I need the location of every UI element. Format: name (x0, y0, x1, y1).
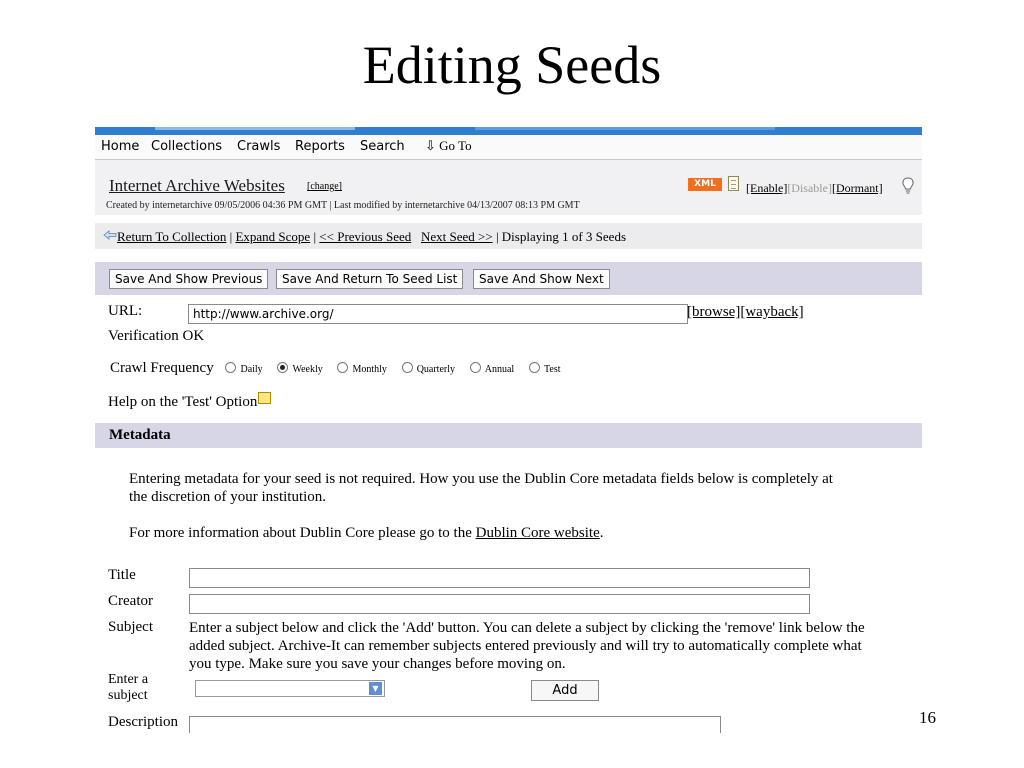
intro-line: the discretion of your institution. (129, 489, 327, 505)
subject-help-line: Enter a subject below and click the 'Add… (189, 620, 865, 636)
url-field[interactable]: http://www.archive.org/ (188, 304, 688, 324)
xml-icon[interactable]: XML (688, 178, 722, 191)
creator-label: Creator (108, 593, 153, 609)
return-to-collection-link[interactable]: Return To Collection (117, 229, 226, 244)
radio-test[interactable] (528, 362, 540, 373)
metadata-intro: Entering metadata for your seed is not r… (129, 470, 833, 506)
expand-scope-link[interactable]: Expand Scope (235, 229, 310, 244)
collection-header: Internet Archive Websites [change] Creat… (95, 160, 922, 215)
subject-help: Enter a subject below and click the 'Add… (189, 619, 920, 673)
down-arrow-icon: ⇩ (425, 138, 436, 153)
nav-collections[interactable]: Collections (151, 139, 222, 154)
status-links: [Enable][Disable][Dormant] (746, 181, 883, 196)
verification-status: Verification OK (108, 328, 205, 344)
crawl-frequency-label: Crawl Frequency (110, 360, 214, 376)
nav-goto[interactable]: ⇩ Go To (425, 138, 472, 154)
enter-subject-line: subject (108, 688, 148, 703)
dublin-core-info: For more information about Dublin Core p… (129, 524, 604, 542)
nav-crawls[interactable]: Crawls (237, 139, 280, 154)
subject-label: Subject (108, 619, 153, 635)
subject-select[interactable]: ▼ (195, 680, 385, 697)
slide-number: 16 (919, 708, 936, 727)
description-field[interactable] (189, 716, 721, 733)
description-label: Description (108, 714, 178, 730)
option-label: Annual (484, 364, 515, 375)
save-and-show-previous-button[interactable]: Save And Show Previous (109, 269, 269, 289)
document-icon[interactable] (728, 176, 739, 191)
dublin-core-website-link[interactable]: Dublin Core website (476, 525, 600, 541)
seed-count-status: | Displaying 1 of 3 Seeds (492, 229, 627, 244)
metadata-heading: Metadata (109, 427, 171, 443)
previous-seed-link[interactable]: << Previous Seed (319, 229, 411, 244)
save-button-bar: Save And Show Previous Save And Return T… (95, 262, 922, 295)
radio-quarterly[interactable] (401, 362, 413, 373)
url-tool-links: [browse][wayback] (687, 304, 804, 321)
return-arrow-icon (103, 230, 117, 240)
top-color-stripe (95, 127, 922, 135)
add-subject-button[interactable]: Add (531, 680, 599, 701)
nav-search[interactable]: Search (360, 139, 405, 154)
save-and-show-next-button[interactable]: Save And Show Next (473, 269, 610, 289)
chevron-down-icon[interactable]: ▼ (369, 682, 382, 695)
slide-title: Editing Seeds (362, 35, 662, 95)
main-nav: Home Collections Crawls Reports Search ⇩… (95, 135, 922, 160)
crawl-frequency-group: Crawl Frequency Daily Weekly Monthly Qua… (110, 360, 564, 377)
enable-link[interactable]: [Enable] (746, 181, 787, 195)
collection-meta: Created by internetarchive 09/05/2006 04… (106, 200, 580, 211)
subject-help-line: added subject. Archive-It can remember s… (189, 638, 862, 654)
title-field[interactable] (189, 568, 810, 588)
radio-daily[interactable] (225, 362, 237, 373)
radio-annual[interactable] (469, 362, 481, 373)
subject-help-line: you type. Make sure you save your change… (189, 656, 566, 672)
option-label: Test (543, 364, 561, 375)
nav-reports[interactable]: Reports (295, 139, 345, 154)
archive-it-screenshot: Home Collections Crawls Reports Search ⇩… (95, 127, 922, 733)
info-text: For more information about Dublin Core p… (129, 525, 476, 541)
radio-monthly[interactable] (337, 362, 349, 373)
metadata-section-header: Metadata (95, 423, 922, 448)
dormant-link[interactable]: [Dormant] (832, 181, 883, 195)
enter-subject-line: Enter a (108, 672, 149, 687)
lightbulb-icon[interactable] (901, 177, 915, 195)
enter-subject-label: Enter a subject (108, 672, 148, 704)
collection-name-link[interactable]: Internet Archive Websites (109, 176, 285, 196)
browse-link[interactable]: [browse] (687, 304, 740, 320)
next-seed-link[interactable]: Next Seed >> (421, 229, 493, 244)
nav-home[interactable]: Home (101, 139, 139, 154)
option-label: Monthly (352, 364, 387, 375)
save-and-return-button[interactable]: Save And Return To Seed List (276, 269, 464, 289)
seed-navigation: Return To Collection | Expand Scope | <<… (95, 223, 922, 249)
stripe-highlight (475, 127, 775, 130)
creator-field[interactable] (189, 594, 810, 614)
intro-line: Entering metadata for your seed is not r… (129, 471, 833, 487)
help-test-option[interactable]: Help on the 'Test' Option (108, 392, 272, 411)
help-test-label: Help on the 'Test' Option (108, 394, 258, 410)
disable-link: [Disable] (787, 181, 832, 195)
title-label: Title (108, 567, 136, 583)
url-label: URL: (108, 303, 143, 319)
option-label: Weekly (292, 364, 323, 375)
radio-weekly[interactable] (277, 362, 289, 373)
separator: | (310, 229, 320, 244)
change-link[interactable]: [change] (307, 181, 342, 192)
help-icon[interactable] (258, 392, 272, 404)
stripe-highlight (155, 127, 355, 130)
option-label: Daily (240, 364, 263, 375)
goto-label: Go To (439, 138, 472, 153)
info-text: . (599, 525, 604, 541)
wayback-link[interactable]: [wayback] (740, 304, 803, 320)
option-label: Quarterly (416, 364, 456, 375)
